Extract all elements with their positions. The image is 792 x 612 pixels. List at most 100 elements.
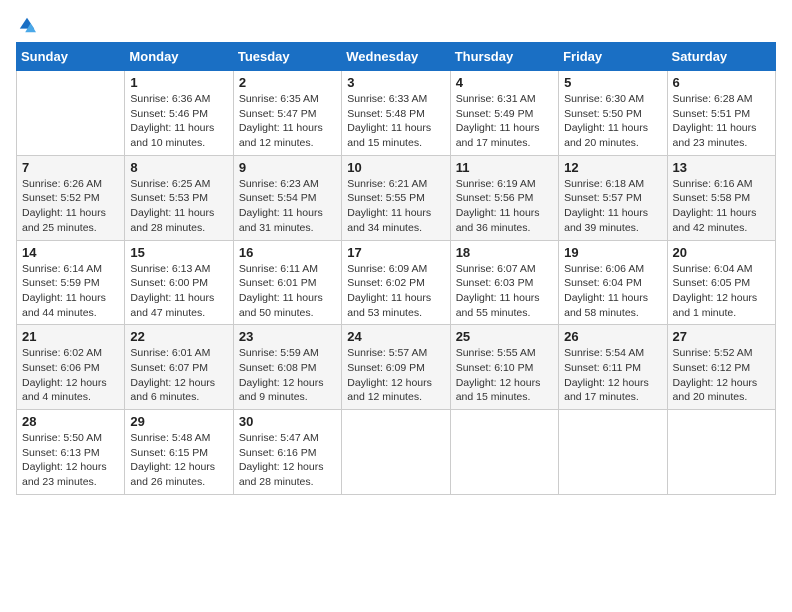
day-info: Sunrise: 5:47 AM Sunset: 6:16 PM Dayligh… (239, 431, 336, 490)
calendar-cell: 25Sunrise: 5:55 AM Sunset: 6:10 PM Dayli… (450, 325, 558, 410)
calendar-cell: 16 Sunrise: 6:11 AM Sunset: 6:01 PM Dayli… (233, 240, 341, 325)
day-number: 19 (564, 245, 661, 260)
day-number: 27 (673, 329, 770, 344)
day-number: 2 (239, 75, 336, 90)
calendar-cell: 14 Sunrise: 6:14 AM Sunset: 5:59 PM Dayli… (17, 240, 125, 325)
day-number: 18 (456, 245, 553, 260)
day-info: Sunrise: 5:54 AM Sunset: 6:11 PM Dayligh… (564, 346, 661, 405)
day-info: Sunrise: 6:06 AM Sunset: 6:04 PM Dayligh… (564, 262, 661, 321)
day-info: Sunrise: 5:52 AM Sunset: 6:12 PM Dayligh… (673, 346, 770, 405)
day-number: 22 (130, 329, 227, 344)
day-number: 16 (239, 245, 336, 260)
day-number: 5 (564, 75, 661, 90)
day-number: 25 (456, 329, 553, 344)
day-number: 30 (239, 414, 336, 429)
calendar-cell: 15 Sunrise: 6:13 AM Sunset: 6:00 PM Dayli… (125, 240, 233, 325)
calendar-cell: 29Sunrise: 5:48 AM Sunset: 6:15 PM Dayli… (125, 410, 233, 495)
calendar-cell: 17 Sunrise: 6:09 AM Sunset: 6:02 PM Dayli… (342, 240, 450, 325)
calendar-cell: 3 Sunrise: 6:33 AM Sunset: 5:48 PM Daylig… (342, 71, 450, 156)
day-info: Sunrise: 5:50 AM Sunset: 6:13 PM Dayligh… (22, 431, 119, 490)
calendar-cell: 12 Sunrise: 6:18 AM Sunset: 5:57 PM Dayli… (559, 155, 667, 240)
day-number: 12 (564, 160, 661, 175)
day-number: 9 (239, 160, 336, 175)
calendar-cell (17, 71, 125, 156)
calendar-cell: 23 Sunrise: 5:59 AM Sunset: 6:08 PM Dayli… (233, 325, 341, 410)
day-number: 17 (347, 245, 444, 260)
calendar-header-row: SundayMondayTuesdayWednesdayThursdayFrid… (17, 43, 776, 71)
calendar-cell: 5 Sunrise: 6:30 AM Sunset: 5:50 PM Daylig… (559, 71, 667, 156)
day-number: 4 (456, 75, 553, 90)
day-number: 3 (347, 75, 444, 90)
day-number: 7 (22, 160, 119, 175)
calendar-cell: 27 Sunrise: 5:52 AM Sunset: 6:12 PM Dayli… (667, 325, 775, 410)
day-info: Sunrise: 6:01 AM Sunset: 6:07 PM Dayligh… (130, 346, 227, 405)
day-info: Sunrise: 6:23 AM Sunset: 5:54 PM Dayligh… (239, 177, 336, 236)
calendar-cell: 19 Sunrise: 6:06 AM Sunset: 6:04 PM Dayli… (559, 240, 667, 325)
day-number: 21 (22, 329, 119, 344)
day-info: Sunrise: 6:19 AM Sunset: 5:56 PM Dayligh… (456, 177, 553, 236)
calendar-cell: 11 Sunrise: 6:19 AM Sunset: 5:56 PM Dayli… (450, 155, 558, 240)
day-number: 1 (130, 75, 227, 90)
calendar-cell: 22 Sunrise: 6:01 AM Sunset: 6:07 PM Dayli… (125, 325, 233, 410)
day-info: Sunrise: 6:36 AM Sunset: 5:46 PM Dayligh… (130, 92, 227, 151)
calendar-table: SundayMondayTuesdayWednesdayThursdayFrid… (16, 42, 776, 495)
day-number: 8 (130, 160, 227, 175)
calendar-header-thursday: Thursday (450, 43, 558, 71)
calendar-cell: 28Sunrise: 5:50 AM Sunset: 6:13 PM Dayli… (17, 410, 125, 495)
calendar-cell: 2 Sunrise: 6:35 AM Sunset: 5:47 PM Daylig… (233, 71, 341, 156)
calendar-week-row: 1 Sunrise: 6:36 AM Sunset: 5:46 PM Daylig… (17, 71, 776, 156)
calendar-header-saturday: Saturday (667, 43, 775, 71)
calendar-cell (342, 410, 450, 495)
calendar-cell: 10 Sunrise: 6:21 AM Sunset: 5:55 PM Dayli… (342, 155, 450, 240)
day-info: Sunrise: 6:33 AM Sunset: 5:48 PM Dayligh… (347, 92, 444, 151)
calendar-cell: 8 Sunrise: 6:25 AM Sunset: 5:53 PM Daylig… (125, 155, 233, 240)
day-info: Sunrise: 6:21 AM Sunset: 5:55 PM Dayligh… (347, 177, 444, 236)
calendar-header-monday: Monday (125, 43, 233, 71)
calendar-cell: 18 Sunrise: 6:07 AM Sunset: 6:03 PM Dayli… (450, 240, 558, 325)
day-info: Sunrise: 6:07 AM Sunset: 6:03 PM Dayligh… (456, 262, 553, 321)
day-info: Sunrise: 6:13 AM Sunset: 6:00 PM Dayligh… (130, 262, 227, 321)
day-info: Sunrise: 6:09 AM Sunset: 6:02 PM Dayligh… (347, 262, 444, 321)
calendar-cell: 6 Sunrise: 6:28 AM Sunset: 5:51 PM Daylig… (667, 71, 775, 156)
day-number: 20 (673, 245, 770, 260)
day-number: 14 (22, 245, 119, 260)
day-number: 23 (239, 329, 336, 344)
day-info: Sunrise: 6:14 AM Sunset: 5:59 PM Dayligh… (22, 262, 119, 321)
calendar-cell: 1 Sunrise: 6:36 AM Sunset: 5:46 PM Daylig… (125, 71, 233, 156)
day-info: Sunrise: 6:28 AM Sunset: 5:51 PM Dayligh… (673, 92, 770, 151)
day-info: Sunrise: 6:11 AM Sunset: 6:01 PM Dayligh… (239, 262, 336, 321)
calendar-week-row: 28Sunrise: 5:50 AM Sunset: 6:13 PM Dayli… (17, 410, 776, 495)
calendar-cell (667, 410, 775, 495)
day-number: 6 (673, 75, 770, 90)
day-info: Sunrise: 5:48 AM Sunset: 6:15 PM Dayligh… (130, 431, 227, 490)
calendar-cell (450, 410, 558, 495)
logo-icon (18, 16, 36, 34)
day-number: 15 (130, 245, 227, 260)
calendar-header-tuesday: Tuesday (233, 43, 341, 71)
day-number: 11 (456, 160, 553, 175)
calendar-cell: 26Sunrise: 5:54 AM Sunset: 6:11 PM Dayli… (559, 325, 667, 410)
calendar-week-row: 14 Sunrise: 6:14 AM Sunset: 5:59 PM Dayli… (17, 240, 776, 325)
calendar-week-row: 21Sunrise: 6:02 AM Sunset: 6:06 PM Dayli… (17, 325, 776, 410)
calendar-week-row: 7 Sunrise: 6:26 AM Sunset: 5:52 PM Daylig… (17, 155, 776, 240)
calendar-cell: 30 Sunrise: 5:47 AM Sunset: 6:16 PM Dayli… (233, 410, 341, 495)
day-info: Sunrise: 6:16 AM Sunset: 5:58 PM Dayligh… (673, 177, 770, 236)
day-info: Sunrise: 6:30 AM Sunset: 5:50 PM Dayligh… (564, 92, 661, 151)
day-info: Sunrise: 5:59 AM Sunset: 6:08 PM Dayligh… (239, 346, 336, 405)
day-info: Sunrise: 6:26 AM Sunset: 5:52 PM Dayligh… (22, 177, 119, 236)
day-number: 24 (347, 329, 444, 344)
page-header (16, 16, 776, 34)
calendar-header-sunday: Sunday (17, 43, 125, 71)
day-info: Sunrise: 6:18 AM Sunset: 5:57 PM Dayligh… (564, 177, 661, 236)
day-info: Sunrise: 6:04 AM Sunset: 6:05 PM Dayligh… (673, 262, 770, 321)
day-number: 10 (347, 160, 444, 175)
calendar-cell: 24Sunrise: 5:57 AM Sunset: 6:09 PM Dayli… (342, 325, 450, 410)
calendar-cell (559, 410, 667, 495)
day-info: Sunrise: 6:25 AM Sunset: 5:53 PM Dayligh… (130, 177, 227, 236)
day-info: Sunrise: 6:35 AM Sunset: 5:47 PM Dayligh… (239, 92, 336, 151)
day-number: 13 (673, 160, 770, 175)
calendar-cell: 21Sunrise: 6:02 AM Sunset: 6:06 PM Dayli… (17, 325, 125, 410)
calendar-header-friday: Friday (559, 43, 667, 71)
calendar-cell: 4 Sunrise: 6:31 AM Sunset: 5:49 PM Daylig… (450, 71, 558, 156)
day-info: Sunrise: 6:31 AM Sunset: 5:49 PM Dayligh… (456, 92, 553, 151)
